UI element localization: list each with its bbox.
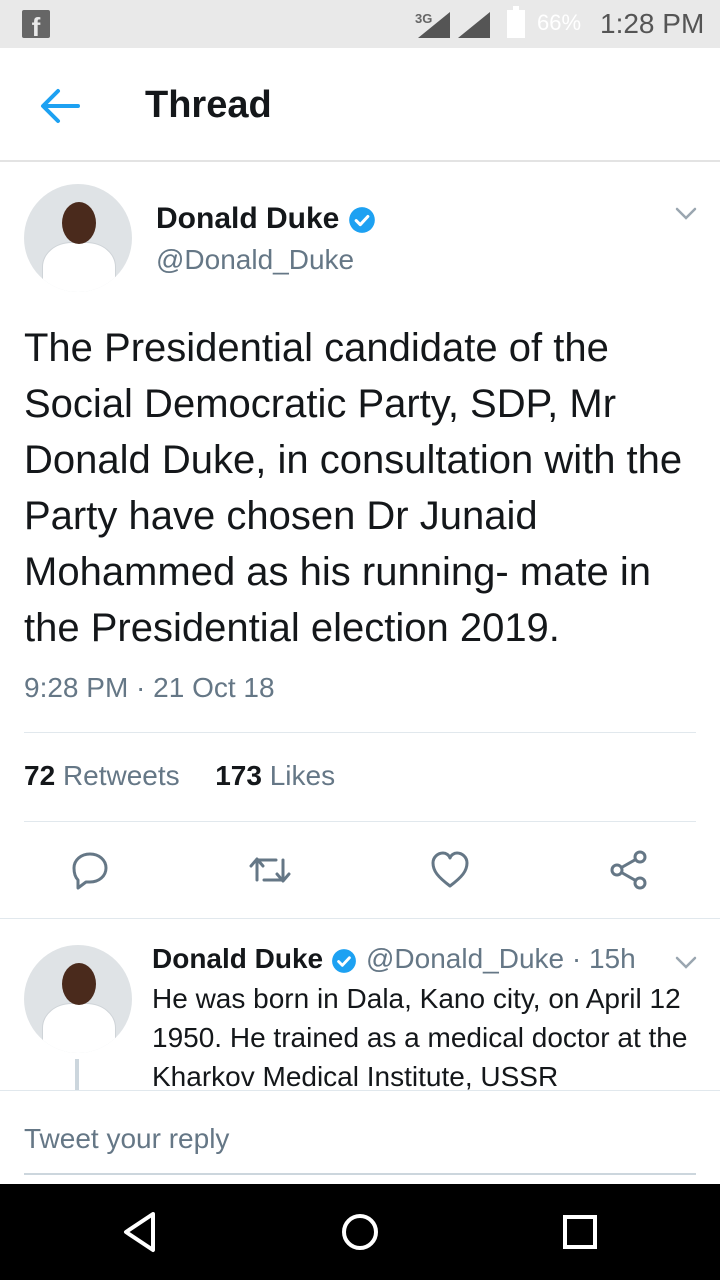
- navigation-bar: [0, 1184, 720, 1280]
- chevron-down-icon[interactable]: [674, 206, 698, 227]
- clock: 1:28 PM: [600, 8, 705, 39]
- retweets-count: 72: [24, 760, 56, 791]
- reply-handle-time: @Donald_Duke · 15h: [366, 943, 636, 974]
- signal-strength-icon: [458, 12, 490, 38]
- author-name[interactable]: Donald Duke: [156, 202, 376, 236]
- likes-stat[interactable]: 173 Likes: [215, 760, 335, 791]
- reply-author-name[interactable]: Donald Duke: [152, 943, 357, 975]
- tweet-timestamp: 9:28 PM · 21 Oct 18: [24, 672, 275, 703]
- header: Thread: [0, 48, 720, 162]
- reply-input[interactable]: Tweet your reply: [24, 1123, 229, 1155]
- reply-text: He was born in Dala, Kano city, on April…: [152, 983, 688, 1092]
- retweets-stat[interactable]: 72 Retweets: [24, 760, 180, 791]
- battery-icon: [507, 6, 525, 38]
- likes-label: Likes: [269, 760, 336, 791]
- battery-percent: 66%: [537, 10, 582, 35]
- divider: [24, 821, 696, 822]
- divider: [24, 732, 696, 733]
- share-icon[interactable]: [609, 850, 649, 895]
- status-bar: f 3G 66% 1:28 PM: [0, 0, 720, 48]
- reply-icon[interactable]: [70, 850, 110, 895]
- network-type: 3G: [415, 11, 433, 26]
- back-arrow-icon[interactable]: [38, 86, 82, 126]
- avatar[interactable]: [24, 945, 132, 1053]
- input-underline: [24, 1173, 696, 1175]
- likes-count: 173: [215, 760, 262, 791]
- reply-tweet[interactable]: Donald Duke @Donald_Duke · 15h He was bo…: [0, 918, 720, 1099]
- avatar[interactable]: [24, 184, 132, 292]
- author-handle[interactable]: @Donald_Duke: [156, 244, 354, 276]
- nav-recents-icon[interactable]: [562, 1214, 598, 1255]
- engagement-stats: 72 Retweets 173 Likes: [24, 760, 335, 792]
- reply-author-name-text: Donald Duke: [152, 943, 324, 974]
- reply-composer[interactable]: Tweet your reply: [0, 1090, 720, 1185]
- nav-back-icon[interactable]: [120, 1210, 160, 1259]
- retweet-icon[interactable]: [248, 850, 292, 895]
- author-name-text: Donald Duke: [156, 202, 340, 235]
- verified-badge-icon: [332, 948, 356, 973]
- facebook-icon: f: [22, 10, 50, 38]
- retweets-label: Retweets: [62, 760, 180, 791]
- tweet-text: The Presidential candidate of the Social…: [24, 326, 683, 650]
- like-icon[interactable]: [430, 850, 470, 895]
- chevron-down-icon[interactable]: [674, 955, 698, 976]
- page-title: Thread: [145, 84, 272, 126]
- verified-badge-icon: [348, 207, 375, 233]
- nav-home-icon[interactable]: [340, 1212, 380, 1257]
